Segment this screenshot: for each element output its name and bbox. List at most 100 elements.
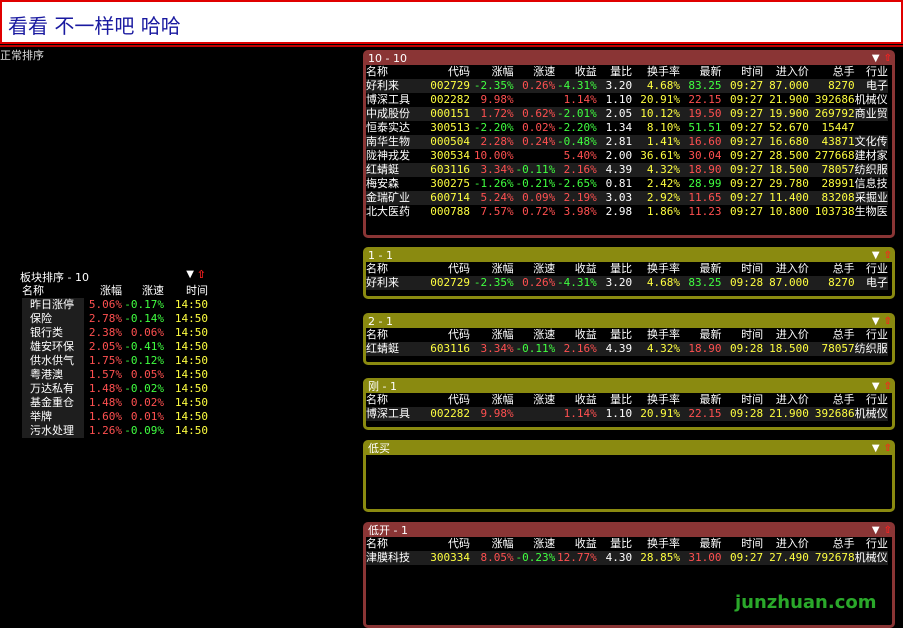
col-header[interactable]: 总手 [809, 393, 855, 407]
stock-row[interactable]: 中成股份 000151 1.72% 0.62% -2.01% 2.05 10.12% 19.5… [366, 107, 888, 121]
stock-row[interactable]: 红蜻蜓 603116 3.34% -0.11% 2.16% 4.39 4.32% 18.90 0… [366, 163, 888, 177]
stock-row[interactable]: 梅安森 300275 -1.26% -0.21% -2.65% 0.81 2.42% 28.9… [366, 177, 888, 191]
col-header[interactable]: 行业 [855, 393, 888, 407]
stock-row[interactable]: 博深工具 002282 9.98% 1.14% 1.10 20.91% 22.15 09:27… [366, 93, 888, 107]
col-header[interactable]: 名称 [366, 537, 426, 551]
arrow-up-icon[interactable]: ⇧ [884, 525, 892, 536]
stock-row[interactable]: 津膜科技 300334 8.05% -0.23% 12.77% 4.30 28.85% 31.… [366, 551, 888, 565]
col-header[interactable]: 换手率 [632, 328, 680, 342]
col-header[interactable]: 收益 [555, 328, 597, 342]
sector-row[interactable]: 污水处理 1.26% -0.09% 14:50 [22, 424, 208, 438]
col-header[interactable]: 涨速 [514, 537, 555, 551]
col-header[interactable]: 总手 [809, 328, 855, 342]
arrow-up-icon[interactable]: ⇧ [884, 381, 892, 392]
col-header[interactable]: 涨速 [514, 262, 555, 276]
col-header[interactable]: 涨速 [514, 328, 555, 342]
col-header[interactable]: 进入价 [763, 537, 809, 551]
dropdown-icon[interactable]: ▼ [872, 381, 880, 392]
col-header[interactable]: 涨幅 [470, 262, 514, 276]
col-header[interactable]: 行业 [855, 537, 888, 551]
col-header[interactable]: 量比 [597, 393, 632, 407]
col-header[interactable]: 代码 [426, 537, 470, 551]
col-header[interactable]: 时间 [722, 537, 763, 551]
col-header[interactable]: 进入价 [763, 328, 809, 342]
col-header[interactable]: 行业 [855, 328, 888, 342]
col-header[interactable]: 名称 [366, 393, 426, 407]
dropdown-icon[interactable]: ▼ [872, 250, 880, 261]
col-header[interactable]: 时间 [722, 393, 763, 407]
sector-row[interactable]: 粤港澳 1.57% 0.05% 14:50 [22, 368, 208, 382]
col-header[interactable]: 行业 [855, 65, 888, 79]
col-header[interactable]: 进入价 [763, 393, 809, 407]
col-header[interactable]: 量比 [597, 65, 632, 79]
col-header[interactable]: 涨幅 [470, 393, 514, 407]
dropdown-icon[interactable]: ▼ [872, 525, 880, 536]
col-header[interactable]: 时间 [722, 328, 763, 342]
arrow-up-icon[interactable]: ⇧ [197, 268, 206, 281]
stock-row[interactable]: 博深工具 002282 9.98% 1.14% 1.10 20.91% 22.15 09:28… [366, 407, 888, 421]
col-header[interactable]: 收益 [555, 393, 597, 407]
col-header[interactable]: 换手率 [632, 262, 680, 276]
sector-row[interactable]: 雄安环保 2.05% -0.41% 14:50 [22, 340, 208, 354]
col-header[interactable]: 代码 [426, 328, 470, 342]
col-header[interactable]: 收益 [555, 65, 597, 79]
dropdown-icon[interactable]: ▼ [872, 316, 880, 327]
stock-row[interactable]: 好利来 002729 -2.35% 0.26% -4.31% 3.20 4.68% 83.25… [366, 79, 888, 93]
col-header[interactable]: 进入价 [763, 262, 809, 276]
col-header[interactable]: 总手 [809, 262, 855, 276]
col-header[interactable]: 最新 [680, 65, 722, 79]
dropdown-icon[interactable]: ▼ [186, 269, 194, 280]
col-header[interactable]: 最新 [680, 328, 722, 342]
stock-row[interactable]: 南华生物 000504 2.28% 0.24% -0.48% 2.81 1.41% 16.60… [366, 135, 888, 149]
stock-row[interactable]: 金瑞矿业 600714 5.24% 0.09% 2.19% 3.03 2.92% 11.65 0… [366, 191, 888, 205]
col-header[interactable]: 量比 [597, 537, 632, 551]
sector-row[interactable]: 昨日涨停 5.06% -0.17% 14:50 [22, 298, 208, 312]
col-header[interactable]: 收益 [555, 262, 597, 276]
arrow-up-icon[interactable]: ⇧ [884, 443, 892, 454]
col-header[interactable]: 最新 [680, 537, 722, 551]
col-header[interactable]: 代码 [426, 65, 470, 79]
col-header[interactable]: 换手率 [632, 65, 680, 79]
col-header[interactable]: 行业 [855, 262, 888, 276]
col-header[interactable]: 最新 [680, 393, 722, 407]
col-header[interactable]: 名称 [366, 262, 426, 276]
col-header[interactable]: 时间 [722, 65, 763, 79]
stock-row[interactable]: 好利来 002729 -2.35% 0.26% -4.31% 3.20 4.68% 83.25… [366, 276, 888, 290]
sector-row[interactable]: 基金重仓 1.48% 0.02% 14:50 [22, 396, 208, 410]
col-header[interactable]: 总手 [809, 537, 855, 551]
col-header[interactable]: 最新 [680, 262, 722, 276]
dropdown-icon[interactable]: ▼ [872, 53, 880, 64]
col-header[interactable]: 涨速 [514, 65, 555, 79]
col-header[interactable]: 涨幅 [470, 328, 514, 342]
sector-row[interactable]: 举牌 1.60% 0.01% 14:50 [22, 410, 208, 424]
stock-speed: -0.23% [513, 551, 556, 565]
col-header[interactable]: 代码 [426, 262, 470, 276]
col-header[interactable]: 量比 [597, 328, 632, 342]
col-header[interactable]: 时间 [722, 262, 763, 276]
stock-row[interactable]: 陇神戎发 300534 10.00% 5.40% 2.00 36.61% 30.04 09:2… [366, 149, 888, 163]
sector-row[interactable]: 万达私有 1.48% -0.02% 14:50 [22, 382, 208, 396]
arrow-up-icon[interactable]: ⇧ [884, 316, 892, 327]
stock-row[interactable]: 北大医药 000788 7.57% 0.72% 3.98% 2.98 1.86% 11.23 0… [366, 205, 888, 219]
col-header[interactable]: 涨幅 [470, 537, 514, 551]
col-header[interactable]: 代码 [426, 393, 470, 407]
col-header[interactable]: 名称 [366, 328, 426, 342]
arrow-up-icon[interactable]: ⇧ [884, 250, 892, 261]
col-header[interactable]: 涨速 [514, 393, 555, 407]
col-header[interactable]: 名称 [366, 65, 426, 79]
col-header[interactable]: 收益 [555, 537, 597, 551]
stock-row[interactable]: 红蜻蜓 603116 3.34% -0.11% 2.16% 4.39 4.32% 18.90 0… [366, 342, 888, 356]
sector-row[interactable]: 供水供气 1.75% -0.12% 14:50 [22, 354, 208, 368]
col-header[interactable]: 换手率 [632, 537, 680, 551]
col-header[interactable]: 换手率 [632, 393, 680, 407]
col-header[interactable]: 总手 [809, 65, 855, 79]
sector-speed: -0.12% [124, 354, 164, 367]
col-header[interactable]: 涨幅 [470, 65, 514, 79]
dropdown-icon[interactable]: ▼ [872, 443, 880, 454]
sector-row[interactable]: 银行类 2.38% 0.06% 14:50 [22, 326, 208, 340]
col-header[interactable]: 进入价 [763, 65, 809, 79]
stock-row[interactable]: 恒泰实达 300513 -2.20% 0.02% -2.20% 1.34 8.10% 51.5… [366, 121, 888, 135]
arrow-up-icon[interactable]: ⇧ [884, 53, 892, 64]
sector-row[interactable]: 保险 2.78% -0.14% 14:50 [22, 312, 208, 326]
col-header[interactable]: 量比 [597, 262, 632, 276]
